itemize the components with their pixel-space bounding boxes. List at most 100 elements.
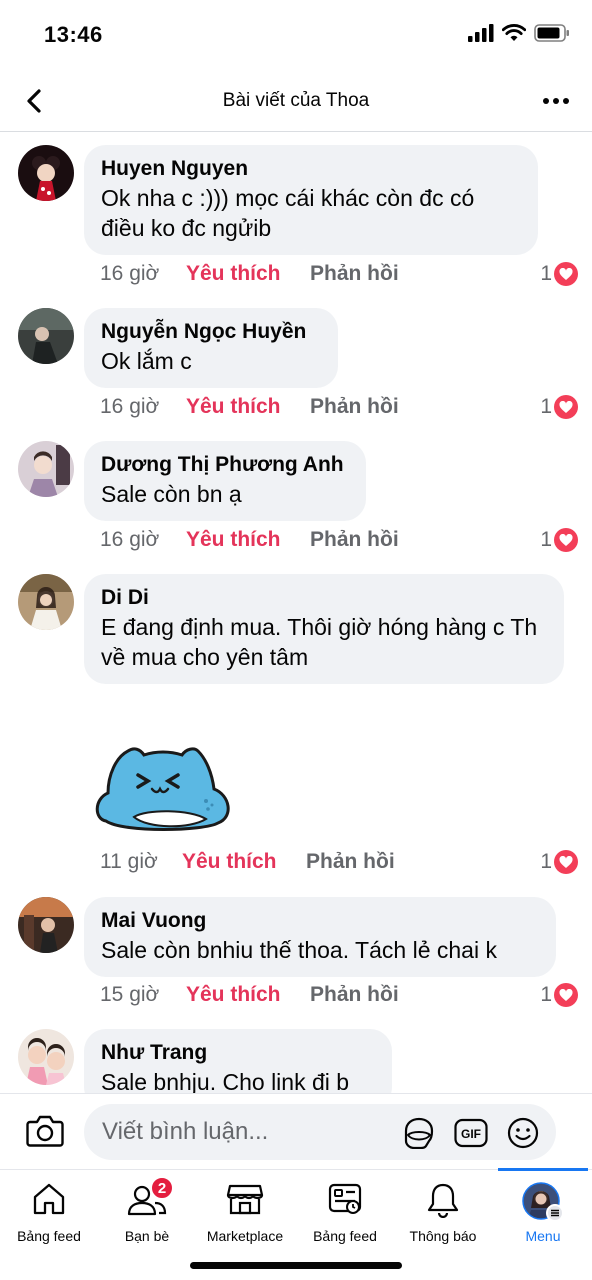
sticker-icon xyxy=(404,1117,434,1149)
avatar[interactable] xyxy=(18,897,74,953)
like-button[interactable]: Yêu thích xyxy=(186,528,310,552)
comment-time: 16 giờ xyxy=(100,395,160,418)
comment-composer: Viết bình luận... GIF xyxy=(0,1093,592,1169)
comment-actions: 16 giờ Yêu thích Phản hồi 1 xyxy=(100,525,578,555)
comment-placeholder: Viết bình luận... xyxy=(102,1118,269,1145)
tab-menu[interactable]: Menu xyxy=(494,1170,592,1250)
feed-icon xyxy=(328,1183,362,1214)
like-button[interactable]: Yêu thích xyxy=(186,395,310,419)
comment-actions: 16 giờ Yêu thích Phản hồi 1 xyxy=(100,259,578,289)
comment-author[interactable]: Dương Thị Phương Anh xyxy=(101,451,349,479)
heart-icon xyxy=(554,850,578,874)
reaction-number: 1 xyxy=(540,395,552,418)
like-button[interactable]: Yêu thích xyxy=(186,262,310,286)
avatar[interactable] xyxy=(18,308,74,364)
comment-bubble[interactable]: Dương Thị Phương Anh Sale còn bn ạ xyxy=(84,441,366,521)
tab-label: Bạn bè xyxy=(124,1228,170,1244)
reply-button[interactable]: Phản hồi xyxy=(310,983,399,1007)
reply-button[interactable]: Phản hồi xyxy=(310,528,399,552)
comment-text: Ok nha c :))) mọc cái khác còn đc có điề… xyxy=(101,185,475,241)
like-button[interactable]: Yêu thích xyxy=(186,983,310,1007)
comment-actions: 16 giờ Yêu thích Phản hồi 1 xyxy=(100,392,578,422)
comment-bubble[interactable]: Mai Vuong Sale còn bnhiu thế thoa. Tách … xyxy=(84,897,556,977)
battery-icon xyxy=(534,24,569,42)
tab-label: Menu xyxy=(525,1228,561,1244)
avatar[interactable] xyxy=(18,441,74,497)
home-icon xyxy=(33,1183,65,1215)
sticker-button[interactable] xyxy=(402,1116,436,1150)
reaction-count[interactable]: 1 xyxy=(540,983,578,1007)
reaction-number: 1 xyxy=(540,850,552,873)
comment-time: 11 giờ xyxy=(100,850,158,873)
comment-list[interactable]: Huyen Nguyen Ok nha c :))) mọc cái khác … xyxy=(0,133,592,1093)
comment-author[interactable]: Huyen Nguyen xyxy=(101,155,521,183)
more-button[interactable] xyxy=(540,86,572,116)
comment-text: Sale bnhju. Cho link đi b xyxy=(101,1069,350,1093)
comment-author[interactable]: Như Trang xyxy=(101,1039,375,1067)
wifi-icon xyxy=(502,24,526,41)
comment-author[interactable]: Nguyễn Ngọc Huyền xyxy=(101,318,321,346)
comment-text: Sale còn bnhiu thế thoa. Tách lẻ chai k xyxy=(101,937,497,963)
reaction-count[interactable]: 1 xyxy=(540,850,578,874)
tab-feed-2[interactable]: Bảng feed xyxy=(296,1170,394,1250)
cat-sticker[interactable] xyxy=(94,741,234,841)
comment-actions: 15 giờ Yêu thích Phản hồi 1 xyxy=(100,980,578,1010)
tab-notifications[interactable]: Thông báo xyxy=(394,1170,492,1250)
emoji-icon xyxy=(507,1117,539,1149)
heart-icon xyxy=(554,395,578,419)
reaction-count[interactable]: 1 xyxy=(540,395,578,419)
tab-label: Bảng feed xyxy=(17,1228,81,1244)
camera-icon xyxy=(26,1115,64,1147)
reply-button[interactable]: Phản hồi xyxy=(310,395,399,419)
signal-icon xyxy=(468,24,494,42)
avatar[interactable] xyxy=(18,145,74,201)
comment-time: 15 giờ xyxy=(100,983,160,1006)
comment-text: Sale còn bn ạ xyxy=(101,481,242,507)
comment-bubble[interactable]: Di Di E đang định mua. Thôi giờ hóng hàn… xyxy=(84,574,564,684)
gif-button[interactable]: GIF xyxy=(454,1116,488,1150)
comment-author[interactable]: Di Di xyxy=(101,584,547,612)
gif-icon: GIF xyxy=(454,1118,488,1148)
comment-time: 16 giờ xyxy=(100,262,160,285)
tab-feed[interactable]: Bảng feed xyxy=(0,1170,98,1250)
bell-icon xyxy=(427,1183,459,1218)
emoji-button[interactable] xyxy=(506,1116,540,1150)
reply-button[interactable]: Phản hồi xyxy=(310,262,399,286)
marketplace-icon xyxy=(226,1184,264,1215)
comment-text: E đang định mua. Thôi giờ hóng hàng c Th… xyxy=(101,614,538,670)
tab-label: Bảng feed xyxy=(313,1228,377,1244)
sticker-icon xyxy=(95,747,230,831)
tab-friends[interactable]: 2 Bạn bè xyxy=(98,1170,196,1250)
avatar[interactable] xyxy=(18,1029,74,1085)
heart-icon xyxy=(554,528,578,552)
reaction-count[interactable]: 1 xyxy=(540,262,578,286)
page-title: Bài viết của Thoa xyxy=(222,90,370,111)
reaction-count[interactable]: 1 xyxy=(540,528,578,552)
comment-bubble[interactable]: Nguyễn Ngọc Huyền Ok lắm c xyxy=(84,308,338,388)
tab-label: Thông báo xyxy=(409,1228,477,1244)
svg-text:GIF: GIF xyxy=(461,1127,481,1141)
heart-icon xyxy=(554,262,578,286)
comment-author[interactable]: Mai Vuong xyxy=(101,907,539,935)
like-button[interactable]: Yêu thích xyxy=(182,850,306,874)
more-icon xyxy=(543,98,549,104)
reaction-number: 1 xyxy=(540,262,552,285)
comment-bubble[interactable]: Như Trang Sale bnhju. Cho link đi b xyxy=(84,1029,392,1093)
comment-actions: 11 giờ Yêu thích Phản hồi 1 xyxy=(100,847,578,877)
post-header: Bài viết của Thoa xyxy=(0,70,592,132)
reaction-number: 1 xyxy=(540,983,552,1006)
status-time: 13:46 xyxy=(44,22,103,47)
menu-avatar-icon xyxy=(522,1182,564,1222)
avatar[interactable] xyxy=(18,574,74,630)
reaction-number: 1 xyxy=(540,528,552,551)
tab-marketplace[interactable]: Marketplace xyxy=(196,1170,294,1250)
friends-badge: 2 xyxy=(150,1176,174,1200)
comment-bubble[interactable]: Huyen Nguyen Ok nha c :))) mọc cái khác … xyxy=(84,145,538,255)
camera-button[interactable] xyxy=(26,1114,64,1148)
comment-text: Ok lắm c xyxy=(101,348,192,374)
comment-input[interactable]: Viết bình luận... GIF xyxy=(84,1104,556,1160)
comment-time: 16 giờ xyxy=(100,528,160,551)
heart-icon xyxy=(554,983,578,1007)
reply-button[interactable]: Phản hồi xyxy=(306,850,395,874)
status-bar: 13:46 xyxy=(0,0,592,70)
